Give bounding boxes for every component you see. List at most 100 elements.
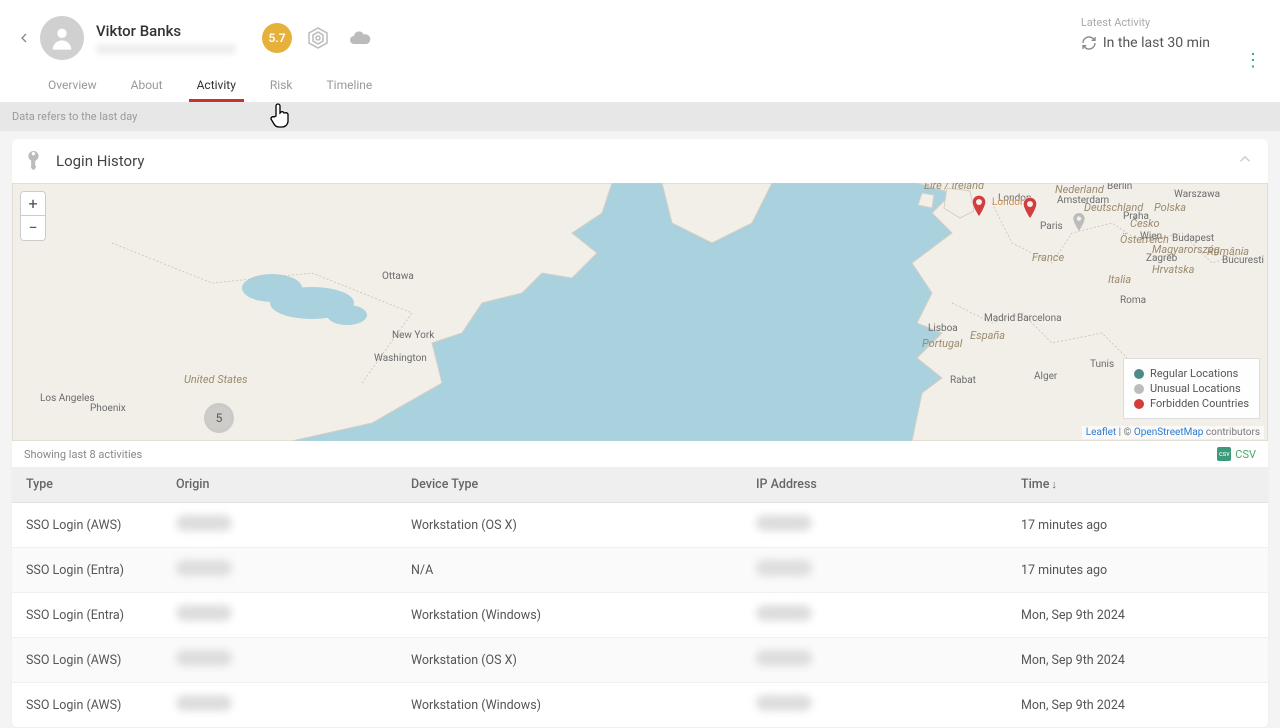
map-country-label: Italia bbox=[1108, 273, 1131, 286]
map-city-label: Los Angeles bbox=[40, 393, 95, 404]
table-cell: Mon, Sep 9th 2024 bbox=[1007, 593, 1268, 638]
map-city-label: Tunis bbox=[1090, 359, 1114, 370]
leaflet-link[interactable]: Leaflet bbox=[1086, 427, 1116, 438]
legend-dot-icon bbox=[1134, 399, 1144, 409]
redacted-value bbox=[756, 605, 812, 621]
tab-timeline[interactable]: Timeline bbox=[326, 78, 372, 102]
map-city-label: Rabat bbox=[950, 375, 976, 386]
table-count-label: Showing last 8 activities bbox=[24, 448, 142, 461]
map-pin-forbidden[interactable] bbox=[1022, 197, 1038, 219]
table-cell: Workstation (Windows) bbox=[397, 683, 742, 728]
map-country-label: Česko bbox=[1130, 216, 1160, 230]
redacted-value bbox=[756, 695, 812, 711]
panel-title: Login History bbox=[56, 152, 144, 170]
map-pin-forbidden[interactable] bbox=[971, 195, 987, 217]
refresh-icon bbox=[1081, 35, 1097, 51]
redacted-value bbox=[176, 650, 232, 666]
table-cell: Workstation (OS X) bbox=[397, 638, 742, 683]
legend-row: Regular Locations bbox=[1134, 367, 1249, 380]
cloud-status-icon bbox=[344, 22, 376, 54]
table-row[interactable]: SSO Login (AWS)Workstation (Windows)Mon,… bbox=[12, 683, 1268, 728]
table-cell: Workstation (Windows) bbox=[397, 593, 742, 638]
legend-dot-icon bbox=[1134, 369, 1144, 379]
map-country-label: United States bbox=[184, 373, 248, 386]
map-zoom-control: + − bbox=[20, 191, 46, 241]
map-country-label: România bbox=[1207, 245, 1249, 258]
more-menu-button[interactable]: ⋮ bbox=[1244, 50, 1262, 71]
export-csv-button[interactable]: csv CSV bbox=[1217, 447, 1256, 461]
kubernetes-icon bbox=[306, 26, 330, 50]
table-cell bbox=[162, 503, 397, 548]
chevron-left-icon bbox=[16, 30, 32, 46]
map-country-label: France bbox=[1032, 251, 1064, 264]
column-header-time[interactable]: Time↓ bbox=[1007, 467, 1268, 503]
map-country-label: Hrvatska bbox=[1152, 263, 1195, 276]
table-cell bbox=[742, 638, 1007, 683]
collapse-button[interactable] bbox=[1236, 150, 1254, 172]
osm-link[interactable]: OpenStreetMap bbox=[1134, 427, 1204, 438]
map-country-label: Österreich bbox=[1120, 233, 1169, 246]
legend-label: Unusual Locations bbox=[1150, 382, 1241, 395]
redacted-value bbox=[756, 560, 812, 576]
map-country-label: Deutschland bbox=[1084, 201, 1144, 214]
user-subtitle-redacted bbox=[96, 44, 236, 54]
table-cell bbox=[162, 548, 397, 593]
map-city-label: Roma bbox=[1120, 295, 1146, 306]
redacted-value bbox=[756, 515, 812, 531]
tab-overview[interactable]: Overview bbox=[48, 78, 97, 102]
map-pin-unusual[interactable] bbox=[1072, 213, 1086, 231]
map-city-label: Madrid bbox=[984, 313, 1015, 324]
zoom-out-button[interactable]: − bbox=[21, 216, 45, 240]
redacted-value bbox=[176, 560, 232, 576]
map-country-label: Polska bbox=[1154, 201, 1186, 214]
integration-icon bbox=[302, 22, 334, 54]
data-scope-note: Data refers to the last day bbox=[0, 102, 1280, 131]
column-header-device-type[interactable]: Device Type bbox=[397, 467, 742, 503]
map-city-label: Ottawa bbox=[382, 271, 414, 282]
table-row[interactable]: SSO Login (AWS)Workstation (OS X)Mon, Se… bbox=[12, 638, 1268, 683]
table-cell bbox=[162, 683, 397, 728]
table-cell: SSO Login (Entra) bbox=[12, 593, 162, 638]
login-history-table: TypeOriginDevice TypeIP AddressTime↓ SSO… bbox=[12, 467, 1268, 728]
redacted-value bbox=[176, 605, 232, 621]
back-button[interactable] bbox=[12, 26, 36, 50]
zoom-in-button[interactable]: + bbox=[21, 192, 45, 216]
map-country-label: Éire / Ireland bbox=[924, 183, 985, 192]
column-header-origin[interactable]: Origin bbox=[162, 467, 397, 503]
column-header-type[interactable]: Type bbox=[12, 467, 162, 503]
legend-row: Unusual Locations bbox=[1134, 382, 1249, 395]
table-row[interactable]: SSO Login (AWS)Workstation (OS X)17 minu… bbox=[12, 503, 1268, 548]
map-city-label: Lisboa bbox=[928, 323, 958, 334]
map-city-label: Alger bbox=[1034, 371, 1058, 382]
table-cell bbox=[742, 503, 1007, 548]
map-legend: Regular LocationsUnusual LocationsForbid… bbox=[1123, 358, 1260, 419]
column-header-ip-address[interactable]: IP Address bbox=[742, 467, 1007, 503]
table-cell: N/A bbox=[397, 548, 742, 593]
redacted-value bbox=[756, 650, 812, 666]
table-row[interactable]: SSO Login (Entra)N/A17 minutes ago bbox=[12, 548, 1268, 593]
key-icon bbox=[20, 145, 51, 176]
map-country-label: Nederland bbox=[1055, 183, 1105, 196]
table-cell: Mon, Sep 9th 2024 bbox=[1007, 638, 1268, 683]
legend-label: Regular Locations bbox=[1150, 367, 1238, 380]
map-city-label: Barcelona bbox=[1017, 313, 1062, 324]
tab-activity[interactable]: Activity bbox=[197, 78, 236, 102]
login-history-map[interactable]: OttawaNew YorkWashingtonPhoenixLos Angel… bbox=[12, 183, 1268, 441]
table-cell bbox=[742, 683, 1007, 728]
map-city-label: Berlin bbox=[1107, 183, 1132, 192]
tab-risk[interactable]: Risk bbox=[270, 78, 293, 102]
user-avatar bbox=[40, 16, 84, 60]
latest-activity-value: In the last 30 min bbox=[1081, 35, 1210, 51]
map-city-label: Paris bbox=[1040, 221, 1063, 232]
map-cluster[interactable]: 5 bbox=[204, 403, 234, 433]
table-cell bbox=[742, 548, 1007, 593]
latest-activity-label: Latest Activity bbox=[1081, 16, 1210, 29]
table-cell: SSO Login (AWS) bbox=[12, 683, 162, 728]
table-cell: 17 minutes ago bbox=[1007, 503, 1268, 548]
sort-desc-icon: ↓ bbox=[1051, 478, 1057, 491]
risk-score-badge: 5.7 bbox=[262, 23, 292, 53]
table-row[interactable]: SSO Login (Entra) Workstation (Windows) Mo… bbox=[12, 593, 1268, 638]
redacted-value bbox=[176, 515, 232, 531]
tab-about[interactable]: About bbox=[131, 78, 163, 102]
table-cell bbox=[162, 638, 397, 683]
